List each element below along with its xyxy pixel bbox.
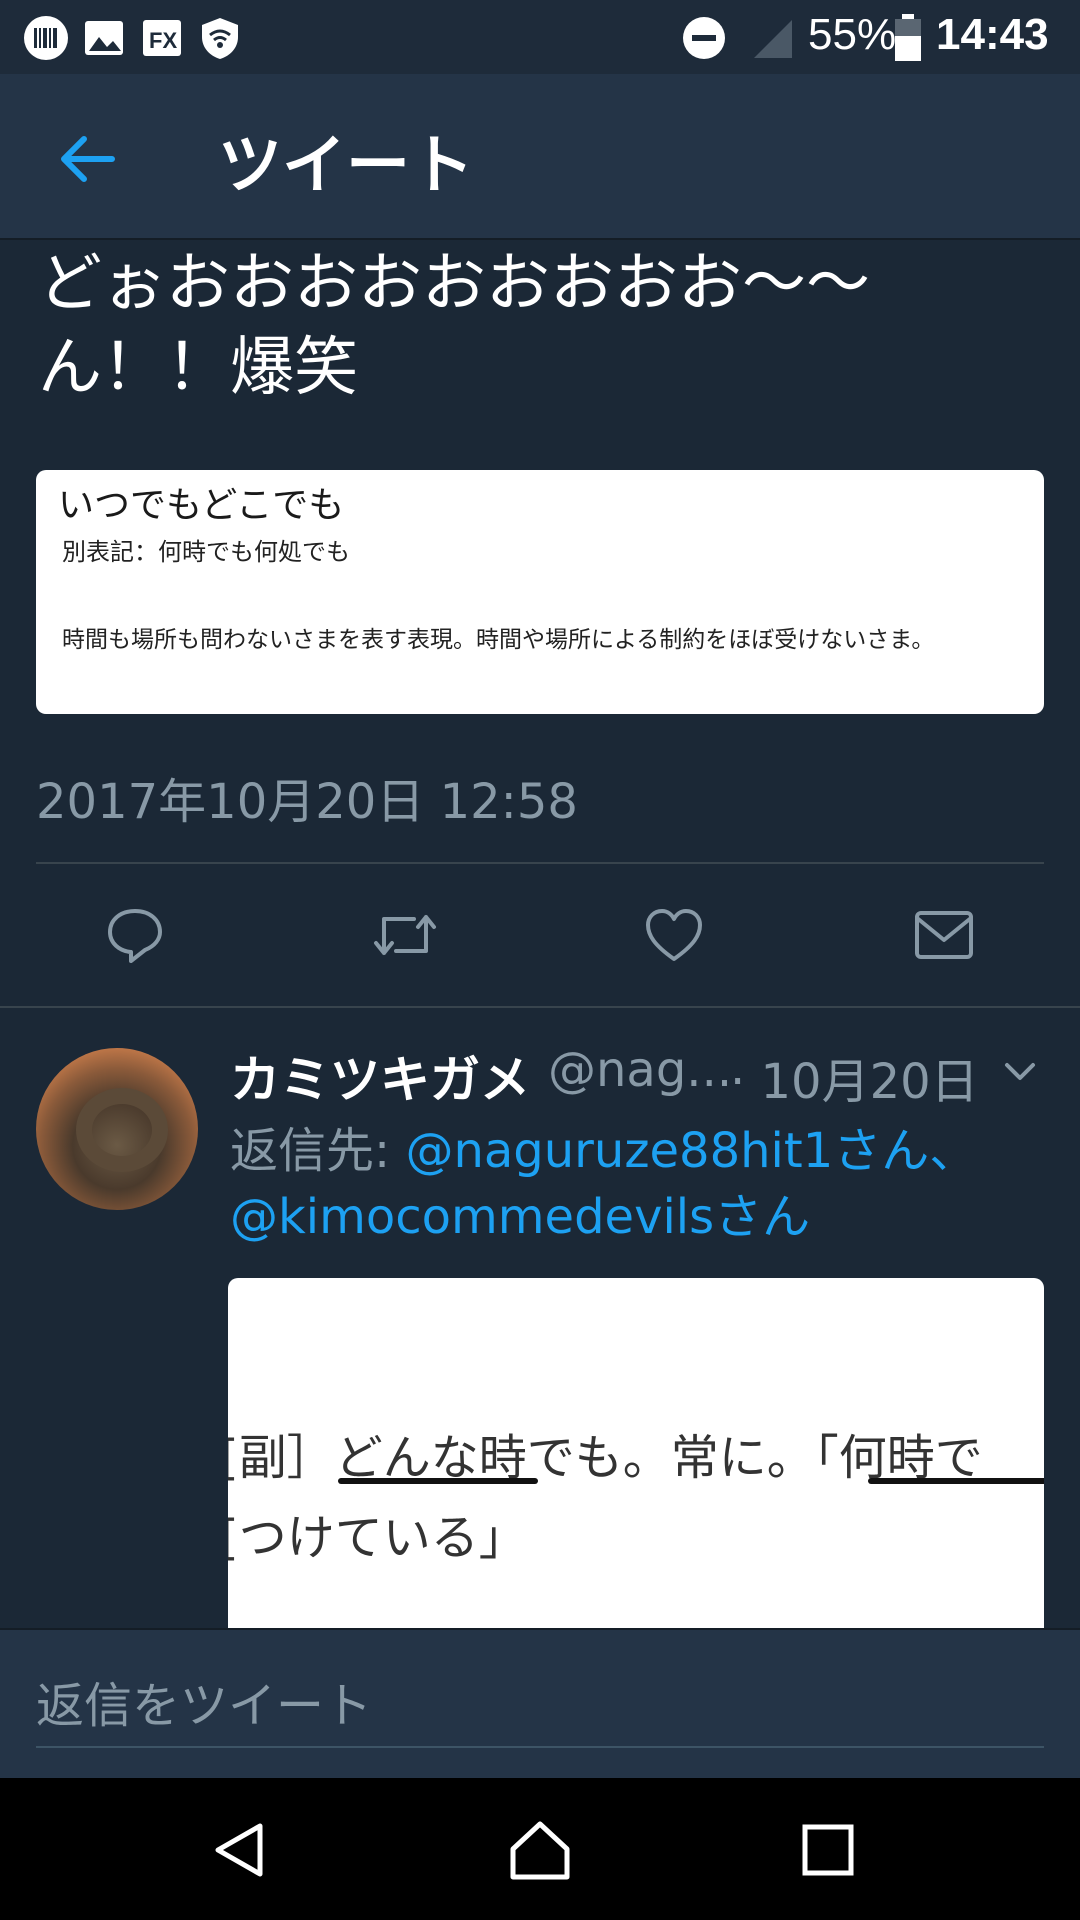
share-button[interactable]: [904, 895, 984, 975]
reply-image[interactable]: [副］どんな時でも。常に。「何時で [つけている」: [228, 1278, 1044, 1630]
reply-input[interactable]: 返信をツイート: [36, 1666, 1044, 1748]
barcode-icon: [22, 14, 70, 62]
reply-date: · 10月20日: [730, 1054, 979, 1110]
recents-icon: [802, 1824, 854, 1876]
avatar[interactable]: [36, 1048, 198, 1210]
reply-icon: [108, 909, 162, 963]
back-triangle-icon: [215, 1823, 263, 1877]
fx-app-icon: FX: [138, 14, 186, 62]
avatar-image: [76, 1088, 168, 1172]
svg-text:FX: FX: [149, 28, 177, 53]
mention-link[interactable]: @naguruze88hit1さん、: [405, 1123, 977, 1179]
clock: 14:43: [936, 10, 1049, 59]
arrow-left-icon: [61, 136, 115, 182]
like-button[interactable]: [634, 895, 714, 975]
do-not-disturb-icon: [680, 14, 728, 62]
share-mail-icon: [915, 911, 973, 959]
reply-to: 返信先: @naguruze88hit1さん、 @kimocommedevils…: [230, 1118, 1050, 1250]
chevron-down-icon: [1005, 1063, 1035, 1080]
reply-author-handle[interactable]: @nag...: [548, 1042, 732, 1098]
reply-button[interactable]: [95, 895, 175, 975]
mention-link[interactable]: @kimocommedevilsさん: [230, 1189, 810, 1245]
shield-wifi-icon: [196, 14, 244, 62]
retweet-button[interactable]: [365, 895, 445, 975]
page-title: ツイート: [218, 129, 474, 203]
home-icon: [510, 1821, 570, 1880]
tweet-text: どぉおおおおおおおおお〜〜ん！！爆笑: [38, 247, 870, 405]
reply-to-label: 返信先:: [230, 1123, 406, 1179]
image-icon: [80, 14, 128, 62]
nav-back-button[interactable]: [190, 1800, 290, 1900]
reply-composer: 返信をツイート: [0, 1628, 1080, 1778]
status-bar: FX 55% 14:43: [0, 0, 1080, 74]
nav-recents-button[interactable]: [778, 1800, 878, 1900]
battery-percent: 55%: [808, 10, 897, 59]
back-button[interactable]: [50, 122, 124, 196]
underline-mark: [338, 1478, 538, 1484]
image-title: いつでもどこでも: [58, 485, 345, 526]
image-line: 時間も場所も問わないさまを表す表現。時間や場所による制約をほぼ受けないさま。: [62, 627, 935, 653]
tweet-actions: [0, 895, 1080, 975]
navigation-bar: [0, 1778, 1080, 1920]
nav-home-button[interactable]: [490, 1800, 590, 1900]
divider: [0, 1006, 1080, 1008]
battery-icon: [884, 14, 932, 62]
reply-input-placeholder: 返信をツイート: [36, 1678, 373, 1734]
reply-author-name[interactable]: カミツキガメ: [230, 1040, 530, 1112]
signal-icon: [748, 14, 796, 62]
retweet-icon: [374, 915, 436, 955]
reply-header: カミツキガメ @nag... · 10月20日: [230, 1040, 1060, 1110]
app-header: ツイート: [0, 74, 1080, 240]
image-line: [つけている」: [228, 1510, 527, 1566]
divider: [36, 862, 1044, 864]
like-icon: [646, 909, 702, 961]
tweet-timestamp: 2017年10月20日 12:58: [36, 774, 578, 830]
tweet-image[interactable]: いつでもどこでも 別表記：何時でも何処でも 時間も場所も問わないさまを表す表現。…: [36, 470, 1044, 714]
underline-mark: [868, 1478, 1044, 1484]
image-line: 別表記：何時でも何処でも: [62, 538, 350, 566]
reply-menu-button[interactable]: [1000, 1052, 1040, 1092]
